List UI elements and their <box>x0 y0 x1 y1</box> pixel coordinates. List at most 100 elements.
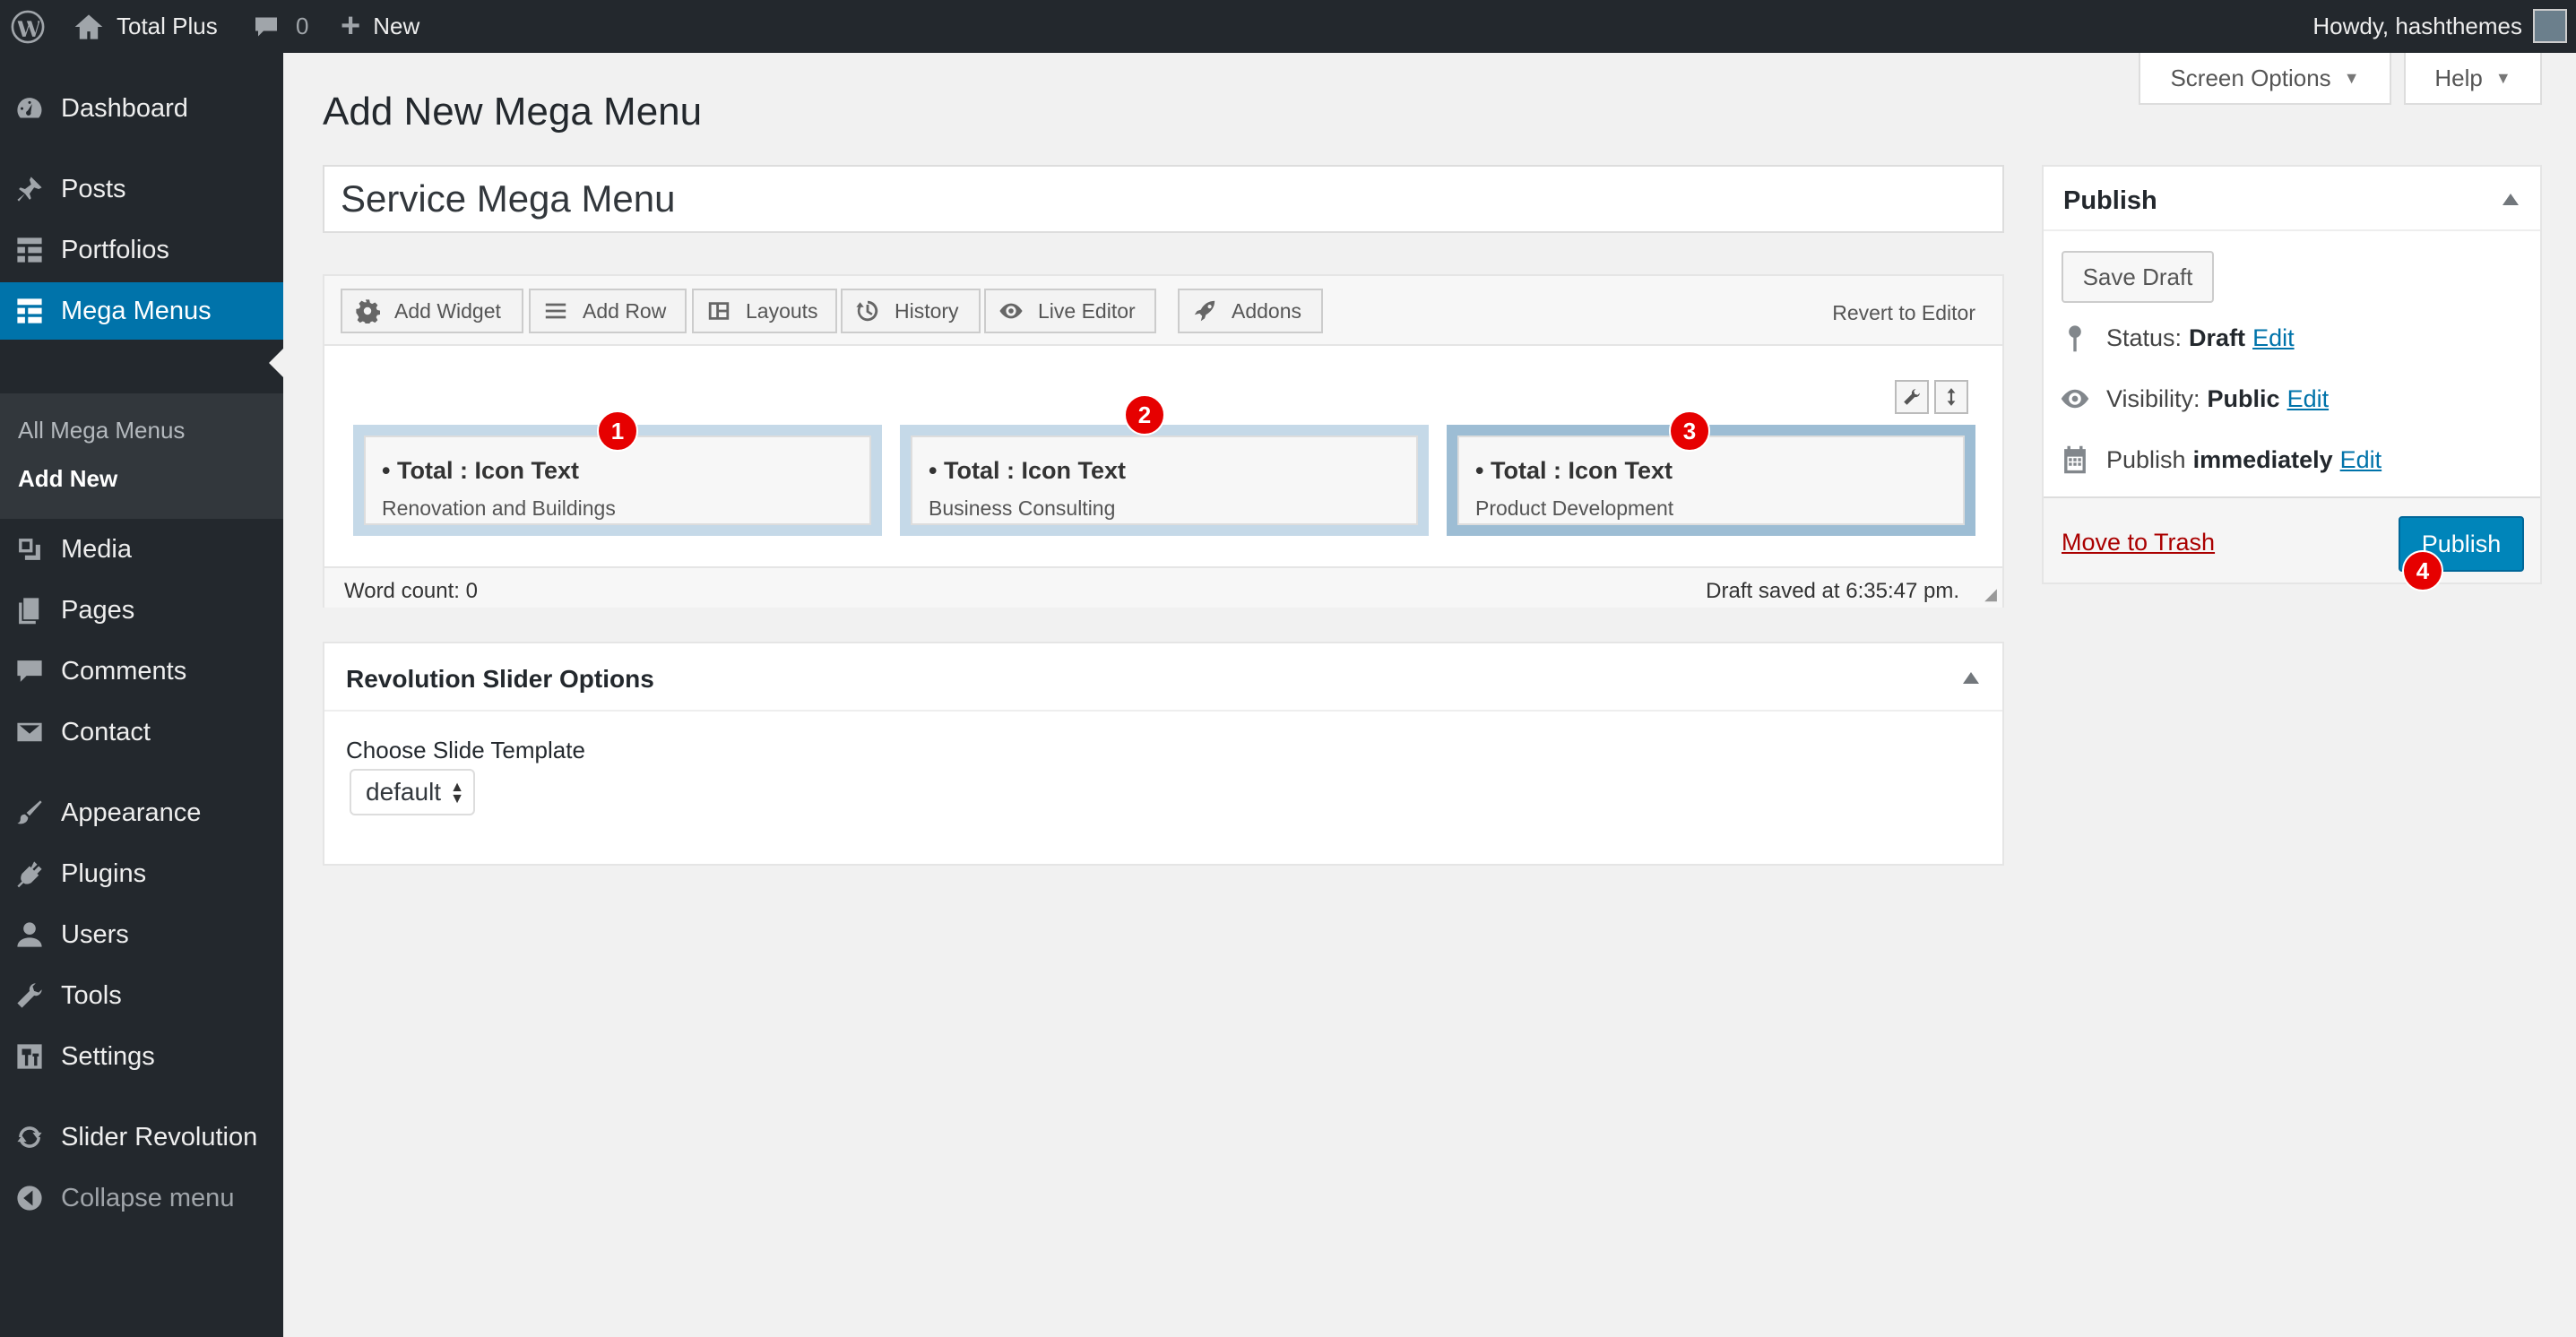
sidebar-item-label: Appearance <box>61 798 202 827</box>
edit-status-link[interactable]: Edit <box>2252 324 2295 352</box>
wrench-icon <box>1904 389 1920 405</box>
publish-title: Publish <box>2063 186 2157 215</box>
collapse-arrow-icon[interactable] <box>2503 194 2519 205</box>
sidebar-item-pages[interactable]: Pages <box>0 582 283 639</box>
sidebar-item-label: Mega Menus <box>61 296 212 325</box>
sidebar-item-slider-revolution[interactable]: Slider Revolution <box>0 1108 283 1166</box>
sidebar-item-plugins[interactable]: Plugins <box>0 845 283 902</box>
row-move-handle[interactable] <box>1934 380 1968 414</box>
admin-bar: Total Plus 0 + New Howdy, hashthemes <box>0 0 2576 53</box>
sidebar-item-portfolios[interactable]: Portfolios <box>0 221 283 279</box>
add-row-label: Add Row <box>583 298 667 323</box>
sidebar-item-posts[interactable]: Posts <box>0 160 283 218</box>
status-value: Draft <box>2189 323 2246 351</box>
publish-box: Publish Save Draft Status: Draft Edit Vi… <box>2042 165 2542 591</box>
site-home-link[interactable]: Total Plus <box>73 0 218 53</box>
status-label: Status: <box>2106 323 2183 351</box>
comments-link[interactable]: 0 <box>253 0 308 53</box>
resize-handle-icon[interactable]: ◢ <box>1984 585 1997 604</box>
sidebar-item-media[interactable]: Media <box>0 521 283 578</box>
builder-toolbar: Add Widget Add Row Layouts History Live … <box>324 276 2002 346</box>
collapse-menu-button[interactable]: Collapse menu <box>0 1169 283 1227</box>
row-settings-button[interactable] <box>1895 380 1929 414</box>
sidebar-item-users[interactable]: Users <box>0 906 283 963</box>
site-name: Total Plus <box>117 13 218 39</box>
widget-title-text: Total : Icon Text <box>943 457 1126 484</box>
add-widget-button[interactable]: Add Widget <box>341 289 523 333</box>
comment-icon <box>13 654 47 688</box>
status-row: Status: Draft Edit <box>2060 323 2295 353</box>
widget-item[interactable]: • Total : Icon Text Business Consulting <box>911 436 1418 525</box>
widget-subtitle: Business Consulting <box>929 496 1116 520</box>
history-label: History <box>895 298 959 323</box>
refresh-icon <box>13 1120 47 1154</box>
post-title-input[interactable]: Service Mega Menu <box>323 165 2004 233</box>
sidebar-item-comments[interactable]: Comments <box>0 643 283 700</box>
revslider-box-header[interactable]: Revolution Slider Options <box>324 643 2002 712</box>
submenu-add-new[interactable]: Add New <box>18 465 117 493</box>
publish-box-header[interactable]: Publish <box>2044 167 2540 231</box>
sidebar-item-label: Contact <box>61 717 151 746</box>
help-button[interactable]: Help ▼ <box>2404 53 2542 105</box>
edit-schedule-link[interactable]: Edit <box>2340 446 2382 474</box>
step-badge: 2 <box>1124 394 1165 436</box>
move-vertical-icon <box>1947 388 1956 406</box>
pages-icon <box>13 593 47 627</box>
sidebar-item-settings[interactable]: Settings <box>0 1028 283 1085</box>
word-count: Word count: 0 <box>344 579 478 603</box>
sidebar-item-label: Settings <box>61 1041 155 1071</box>
layouts-label: Layouts <box>746 298 818 323</box>
sidebar-item-tools[interactable]: Tools <box>0 967 283 1024</box>
admin-sidebar: Dashboard Posts Portfolios Mega Menus Al… <box>0 53 283 1337</box>
wordpress-logo-icon[interactable] <box>11 0 45 53</box>
calendar-icon <box>2064 445 2086 474</box>
step-badge: 1 <box>597 410 638 452</box>
dashboard-icon <box>13 91 47 125</box>
page-title: Add New Mega Menu <box>323 90 703 134</box>
sidebar-item-dashboard[interactable]: Dashboard <box>0 80 283 137</box>
visibility-value: Public <box>2207 384 2280 412</box>
live-editor-button[interactable]: Live Editor <box>984 289 1156 333</box>
addons-button[interactable]: Addons <box>1178 289 1323 333</box>
eye-icon <box>2061 389 2089 409</box>
step-badge: 4 <box>2402 550 2443 591</box>
comment-icon <box>255 17 277 36</box>
builder-cell[interactable]: • Total : Icon Text Business Consulting <box>900 425 1429 536</box>
sidebar-item-label: Plugins <box>61 858 147 888</box>
widget-title: • Total : Icon Text <box>929 457 1126 484</box>
user-account-link[interactable]: Howdy, hashthemes <box>2312 0 2522 53</box>
sidebar-item-label: Comments <box>61 656 187 686</box>
publish-actions: Move to Trash Publish 4 <box>2044 496 2540 591</box>
slide-template-select[interactable]: default ▲ ▼ <box>350 769 475 815</box>
gear-icon <box>356 299 380 323</box>
media-icon <box>13 532 47 566</box>
widget-title-text: Total : Icon Text <box>396 457 579 484</box>
sidebar-item-label: Tools <box>61 980 122 1010</box>
revert-to-editor-link[interactable]: Revert to Editor <box>1832 301 1975 325</box>
move-to-trash-link[interactable]: Move to Trash <box>2062 529 2215 556</box>
builder-cell-selected[interactable]: • Total : Icon Text Product Development <box>1447 425 1975 536</box>
plus-icon: + <box>341 7 361 45</box>
add-row-button[interactable]: Add Row <box>529 289 687 333</box>
page-builder: Add Widget Add Row Layouts History Live … <box>323 274 2004 608</box>
sidebar-item-label: Collapse menu <box>61 1183 235 1212</box>
sidebar-item-appearance[interactable]: Appearance <box>0 784 283 841</box>
collapse-arrow-icon[interactable] <box>1963 672 1979 684</box>
widget-item[interactable]: • Total : Icon Text Product Development <box>1457 436 1965 525</box>
collapse-icon <box>13 1181 47 1215</box>
history-button[interactable]: History <box>841 289 981 333</box>
save-draft-button[interactable]: Save Draft <box>2062 251 2214 303</box>
edit-visibility-link[interactable]: Edit <box>2287 385 2330 413</box>
live-editor-label: Live Editor <box>1038 298 1136 323</box>
avatar[interactable] <box>2533 9 2567 43</box>
new-content-link[interactable]: + New <box>341 0 419 53</box>
submenu-all-mega-menus[interactable]: All Mega Menus <box>18 417 185 444</box>
layouts-button[interactable]: Layouts <box>692 289 837 333</box>
pin-icon <box>2069 325 2081 352</box>
sidebar-item-mega-menus[interactable]: Mega Menus <box>0 282 283 340</box>
help-label: Help <box>2434 64 2483 91</box>
sidebar-item-label: Dashboard <box>61 93 188 123</box>
widget-subtitle: Product Development <box>1475 496 1674 520</box>
sidebar-item-contact[interactable]: Contact <box>0 703 283 761</box>
screen-options-button[interactable]: Screen Options ▼ <box>2139 53 2391 105</box>
